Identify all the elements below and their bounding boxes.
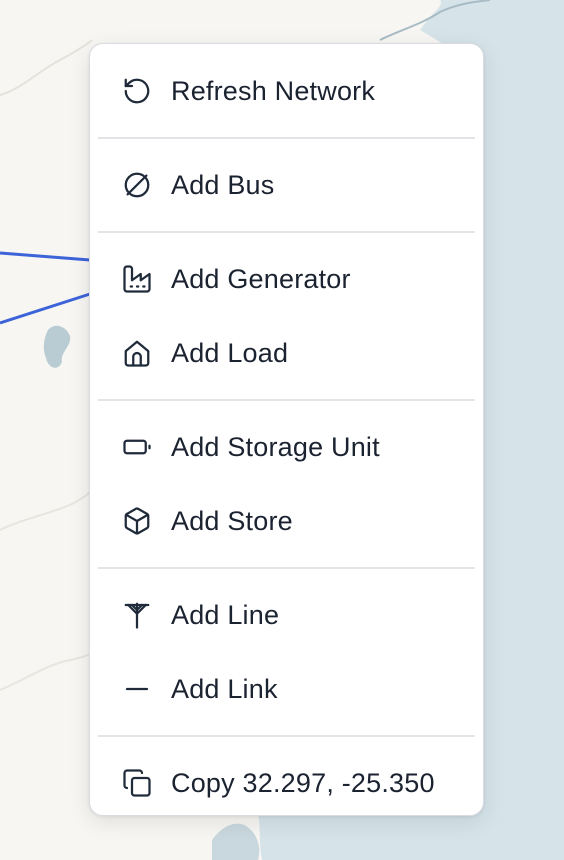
menu-item-refresh-network[interactable]: Refresh Network — [98, 54, 475, 128]
menu-item-label: Add Storage Unit — [171, 431, 380, 462]
menu-item-add-load[interactable]: Add Load — [98, 316, 475, 390]
menu-separator — [98, 399, 475, 401]
menu-item-add-storage-unit[interactable]: Add Storage Unit — [98, 410, 475, 484]
menu-item-label: Add Load — [171, 337, 289, 368]
minus-icon — [122, 674, 152, 704]
menu-separator — [98, 567, 475, 569]
menu-item-label: Add Line — [171, 599, 280, 630]
context-menu: Refresh Network Add Bus Add Generator Ad… — [89, 43, 484, 816]
house-icon — [122, 338, 152, 368]
pylon-icon — [122, 600, 152, 630]
menu-item-add-generator[interactable]: Add Generator — [98, 242, 475, 316]
menu-item-add-store[interactable]: Add Store — [98, 484, 475, 558]
network-line-2 — [0, 292, 91, 325]
copy-icon — [122, 768, 152, 798]
menu-item-add-link[interactable]: Add Link — [98, 652, 475, 726]
network-line-1 — [0, 251, 91, 262]
menu-separator — [98, 137, 475, 139]
menu-item-label: Add Link — [171, 673, 278, 704]
box-icon — [122, 506, 152, 536]
menu-item-label: Refresh Network — [171, 75, 376, 106]
coast-detail-bottom — [212, 823, 260, 860]
menu-item-copy-coordinates[interactable]: Copy 32.297, -25.350 — [98, 746, 475, 820]
menu-item-add-line[interactable]: Add Line — [98, 578, 475, 652]
menu-separator — [98, 735, 475, 737]
menu-item-label: Copy 32.297, -25.350 — [171, 767, 435, 798]
factory-icon — [122, 264, 152, 294]
menu-item-add-bus[interactable]: Add Bus — [98, 148, 475, 222]
refresh-icon — [122, 76, 152, 106]
lagoon — [43, 325, 71, 368]
menu-item-label: Add Generator — [171, 263, 351, 294]
battery-icon — [122, 432, 152, 462]
menu-item-label: Add Bus — [171, 169, 275, 200]
menu-item-label: Add Store — [171, 505, 293, 536]
bus-icon — [122, 170, 152, 200]
menu-separator — [98, 231, 475, 233]
